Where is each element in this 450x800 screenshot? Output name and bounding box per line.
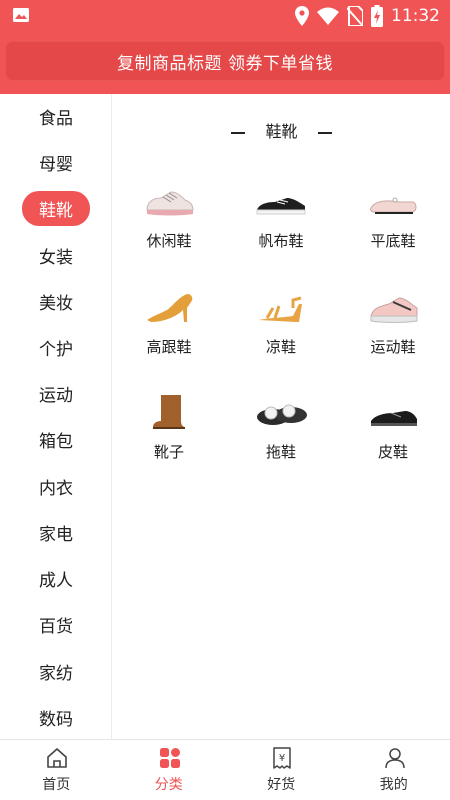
boot-icon — [153, 395, 185, 429]
category-sandals[interactable]: 凉鞋 — [225, 286, 337, 376]
sidebar-item-sports[interactable]: 运动 — [0, 376, 111, 410]
sandal-icon — [259, 296, 302, 322]
casual-shoe-icon — [146, 191, 194, 216]
category-content: 鞋靴 休闲鞋 帆布鞋 平底鞋 高跟鞋 凉鞋 运动鞋 靴子 拖鞋 皮鞋 — [113, 94, 450, 739]
sidebar-item-personal-care[interactable]: 个护 — [0, 330, 111, 364]
sidebar-item-makeup[interactable]: 美妆 — [0, 284, 111, 318]
copy-coupon-banner[interactable]: 复制商品标题 领券下单省钱 — [5, 41, 445, 81]
high-heel-icon — [147, 294, 193, 322]
canvas-shoe-icon — [256, 198, 306, 215]
goods-icon: ¥ — [273, 747, 291, 769]
sidebar-item-appliances[interactable]: 家电 — [0, 515, 111, 549]
title-dash-right — [317, 131, 332, 134]
bottom-navigation: 首页 分类 ¥ 好货 我的 — [0, 739, 450, 800]
sidebar-item-digital[interactable]: 数码 — [0, 700, 111, 734]
home-icon — [47, 748, 67, 768]
banner-text: 复制商品标题 领券下单省钱 — [117, 53, 333, 74]
status-time: 11:32 — [391, 6, 440, 26]
sidebar-item-food[interactable]: 食品 — [0, 99, 111, 133]
sidebar-item-underwear[interactable]: 内衣 — [0, 469, 111, 503]
sidebar-item-mother-baby[interactable]: 母婴 — [0, 145, 111, 179]
wifi-icon — [317, 7, 339, 25]
battery-charging-icon — [371, 5, 383, 27]
svg-text:¥: ¥ — [279, 753, 285, 764]
category-canvas-shoes[interactable]: 帆布鞋 — [225, 180, 337, 270]
category-sneakers[interactable]: 运动鞋 — [337, 286, 449, 376]
nav-profile[interactable]: 我的 — [338, 740, 450, 800]
nav-home[interactable]: 首页 — [0, 740, 113, 800]
leather-shoe-icon — [371, 411, 417, 426]
category-high-heels[interactable]: 高跟鞋 — [113, 286, 225, 376]
profile-icon — [384, 748, 405, 769]
category-sidebar[interactable]: 食品 母婴 鞋靴 女装 美妆 个护 运动 箱包 内衣 家电 成人 百货 家纺 数… — [0, 94, 112, 739]
nav-goods[interactable]: ¥ 好货 — [225, 740, 338, 800]
category-casual-shoes[interactable]: 休闲鞋 — [113, 180, 225, 270]
sneaker-icon — [370, 297, 418, 323]
category-icon — [159, 748, 180, 768]
category-boots[interactable]: 靴子 — [113, 391, 225, 481]
sidebar-item-bags[interactable]: 箱包 — [0, 422, 111, 456]
section-title: 鞋靴 — [113, 118, 450, 142]
status-icons: 11:32 — [295, 5, 440, 27]
slipper-icon — [257, 404, 307, 425]
image-icon — [13, 8, 29, 22]
category-leather-shoes[interactable]: 皮鞋 — [337, 391, 449, 481]
category-flat-shoes[interactable]: 平底鞋 — [337, 180, 449, 270]
no-sim-icon — [347, 6, 363, 26]
sidebar-item-adult[interactable]: 成人 — [0, 561, 111, 595]
sidebar-item-womens-clothing[interactable]: 女装 — [0, 238, 111, 272]
title-dash-left — [231, 131, 246, 134]
sidebar-item-general-merchandise[interactable]: 百货 — [0, 607, 111, 641]
sidebar-item-shoes[interactable]: 鞋靴 — [0, 190, 111, 226]
nav-category[interactable]: 分类 — [113, 740, 226, 800]
category-slippers[interactable]: 拖鞋 — [225, 391, 337, 481]
status-bar: 11:32 — [0, 0, 450, 32]
location-icon — [295, 6, 309, 26]
sidebar-item-home-textiles[interactable]: 家纺 — [0, 654, 111, 688]
flat-shoe-icon — [370, 197, 417, 214]
